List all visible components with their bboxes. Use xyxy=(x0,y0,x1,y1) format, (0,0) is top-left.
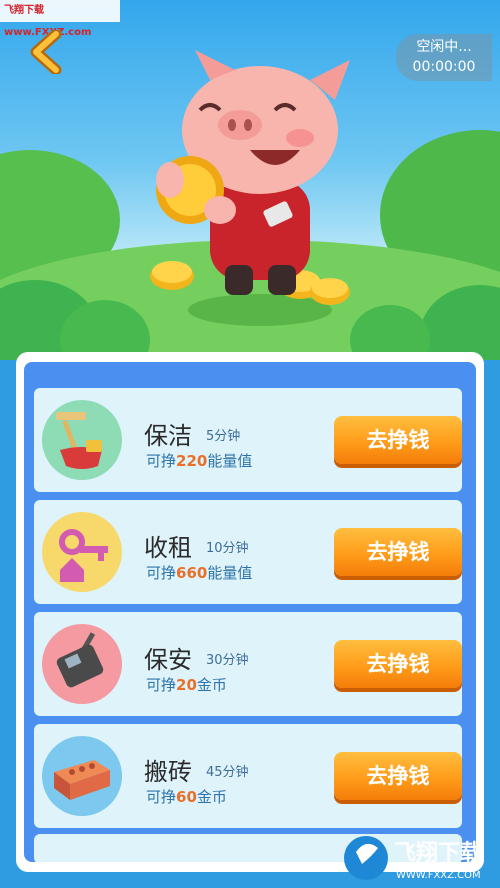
reward-unit: 能量值 xyxy=(207,564,253,582)
job-card-bricks: 搬砖 45分钟 可挣60金币 去挣钱 xyxy=(34,724,462,828)
reward-unit: 能量值 xyxy=(207,452,253,470)
broom-bucket-icon xyxy=(42,400,122,480)
site-logo: 飞翔下载 WWW.FXXZ.COM xyxy=(344,836,482,881)
job-card-cleaning: 保洁 5分钟 可挣220能量值 去挣钱 xyxy=(34,388,462,492)
job-duration: 10分钟 xyxy=(206,541,249,556)
job-title: 搬砖 xyxy=(144,758,192,786)
earn-button[interactable]: 去挣钱 xyxy=(334,752,462,800)
job-reward: 可挣220能量值 xyxy=(146,450,252,471)
status-label: 空闲中... xyxy=(416,39,472,55)
job-duration: 5分钟 xyxy=(206,429,241,444)
reward-prefix: 可挣 xyxy=(146,564,177,582)
job-reward: 可挣20金币 xyxy=(146,674,227,695)
job-duration: 30分钟 xyxy=(206,653,249,668)
job-duration: 45分钟 xyxy=(206,765,249,780)
status-timer: 00:00:00 xyxy=(412,59,476,75)
earn-button[interactable]: 去挣钱 xyxy=(334,416,462,464)
earn-button[interactable]: 去挣钱 xyxy=(334,640,462,688)
logo-url: WWW.FXXZ.COM xyxy=(396,870,481,881)
job-card-security: 保安 30分钟 可挣20金币 去挣钱 xyxy=(34,612,462,716)
reward-prefix: 可挣 xyxy=(146,452,177,470)
reward-amount: 60 xyxy=(176,788,197,806)
walkie-talkie-icon xyxy=(42,624,122,704)
job-title: 保洁 xyxy=(144,422,192,450)
back-arrow-icon[interactable] xyxy=(26,30,66,74)
job-reward: 可挣60金币 xyxy=(146,786,227,807)
job-reward: 可挣660能量值 xyxy=(146,562,252,583)
reward-amount: 20 xyxy=(176,676,197,694)
reward-unit: 金币 xyxy=(196,676,227,694)
earn-button[interactable]: 去挣钱 xyxy=(334,528,462,576)
house-key-icon xyxy=(42,512,122,592)
reward-amount: 660 xyxy=(176,564,208,582)
reward-prefix: 可挣 xyxy=(146,788,177,806)
job-list: 保洁 5分钟 可挣220能量值 去挣钱 收租 10分钟 可挣660能量值 去挣钱… xyxy=(24,362,476,862)
watermark: 飞翔下载 www.FXXZ.com xyxy=(0,0,120,38)
reward-unit: 金币 xyxy=(196,788,227,806)
reward-prefix: 可挣 xyxy=(146,676,177,694)
job-title: 收租 xyxy=(144,534,192,562)
status-pill: 空闲中... 00:00:00 xyxy=(396,34,492,81)
logo-text: 飞翔下载 xyxy=(394,840,482,866)
job-title: 保安 xyxy=(144,646,192,674)
brick-icon xyxy=(42,736,122,816)
reward-amount: 220 xyxy=(176,452,208,470)
job-card-rent: 收租 10分钟 可挣660能量值 去挣钱 xyxy=(34,500,462,604)
pig-mascot xyxy=(150,50,350,326)
